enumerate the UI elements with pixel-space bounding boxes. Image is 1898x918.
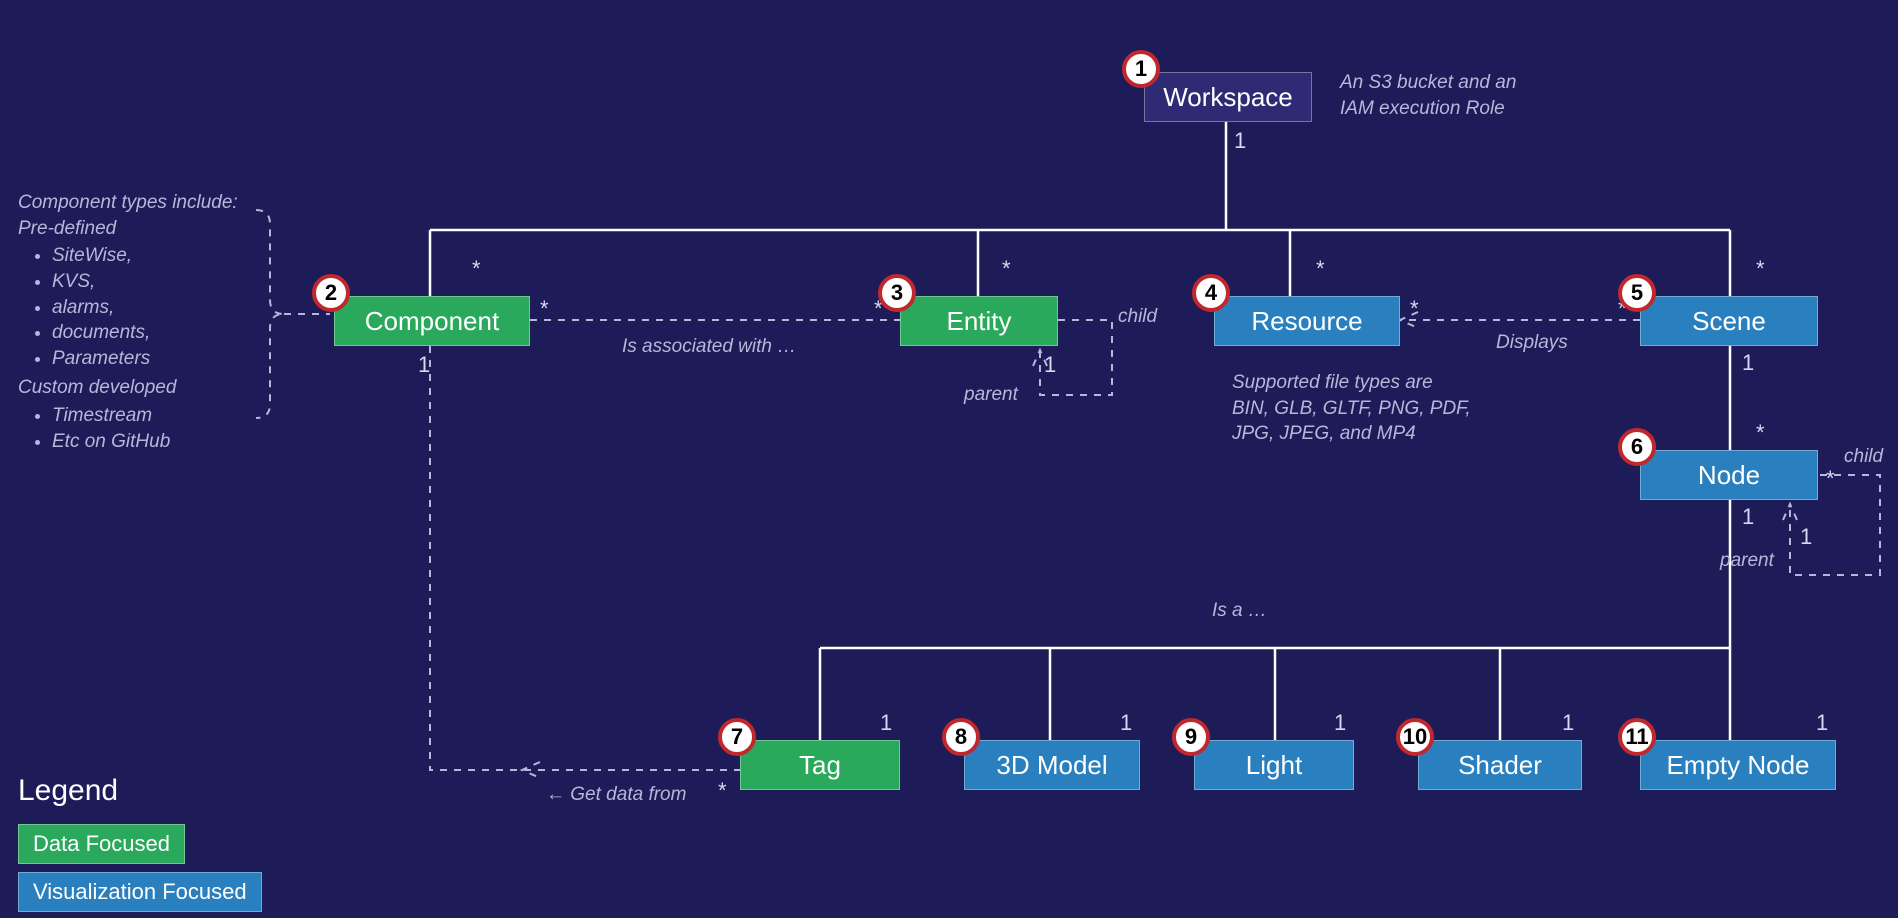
badge-node: 6: [1618, 428, 1656, 466]
mult: *: [1826, 466, 1835, 492]
legend-viz-focused: Visualization Focused: [18, 872, 262, 912]
badge-component: 2: [312, 274, 350, 312]
node-label: Scene: [1692, 306, 1766, 337]
badge-scene: 5: [1618, 274, 1656, 312]
edge-label-child-n: child: [1844, 444, 1883, 470]
badge-entity: 3: [878, 274, 916, 312]
legend-title: Legend: [18, 774, 118, 808]
edge-label-isa: Is a …: [1212, 598, 1267, 624]
edge-label-getdata: ← Get data from: [546, 782, 686, 808]
mult: 1: [1800, 524, 1812, 550]
note-resource: Supported file types are BIN, GLB, GLTF,…: [1232, 370, 1471, 447]
node-scene: Scene: [1640, 296, 1818, 346]
badge-resource: 4: [1192, 274, 1230, 312]
edge-label-parent-n: parent: [1720, 548, 1774, 574]
badge-shader: 10: [1396, 718, 1434, 756]
mult: 1: [1742, 350, 1754, 376]
mult: *: [472, 256, 481, 282]
node-resource: Resource: [1214, 296, 1400, 346]
mult: *: [1756, 256, 1765, 282]
note-heading: Component types include:: [18, 190, 278, 216]
badge-empty: 11: [1618, 718, 1656, 756]
diagram-canvas: Workspace 1 Component 2 Entity 3 Resourc…: [0, 0, 1898, 918]
mult: 1: [418, 352, 430, 378]
mult: *: [1002, 256, 1011, 282]
node-label: Tag: [799, 750, 841, 781]
edge-label-parent-e: parent: [964, 382, 1018, 408]
note-component: Component types include: Pre-defined Sit…: [18, 190, 278, 458]
mult: *: [1316, 256, 1325, 282]
mult: *: [1756, 420, 1765, 446]
mult: 1: [1120, 710, 1132, 736]
node-shader: Shader: [1418, 740, 1582, 790]
node-tag: Tag: [740, 740, 900, 790]
edge-label-displays: Displays: [1496, 330, 1568, 356]
node-light: Light: [1194, 740, 1354, 790]
badge-model: 8: [942, 718, 980, 756]
node-label: Node: [1698, 460, 1760, 491]
note-subhead: Custom developed: [18, 375, 278, 401]
node-label: Resource: [1251, 306, 1362, 337]
mult: 1: [1816, 710, 1828, 736]
note-subhead: Pre-defined: [18, 216, 278, 242]
node-label: Light: [1246, 750, 1302, 781]
node-label: 3D Model: [996, 750, 1107, 781]
node-node: Node: [1640, 450, 1818, 500]
mult: *: [1410, 296, 1419, 322]
mult: 1: [1234, 128, 1246, 154]
legend-data-focused: Data Focused: [18, 824, 185, 864]
mult: *: [718, 778, 727, 804]
note-list-predefined: SiteWise, KVS, alarms, documents, Parame…: [52, 243, 278, 371]
badge-light: 9: [1172, 718, 1210, 756]
node-label: Component: [365, 306, 499, 337]
node-workspace: Workspace: [1144, 72, 1312, 122]
note-workspace: An S3 bucket and an IAM execution Role: [1340, 70, 1516, 121]
badge-tag: 7: [718, 718, 756, 756]
mult: 1: [1334, 710, 1346, 736]
edge-label-child-e: child: [1118, 304, 1157, 330]
node-entity: Entity: [900, 296, 1058, 346]
note-list-custom: Timestream Etc on GitHub: [52, 403, 278, 454]
edge-label-assoc: Is associated with …: [622, 334, 796, 360]
mult: 1: [880, 710, 892, 736]
badge-workspace: 1: [1122, 50, 1160, 88]
node-component: Component: [334, 296, 530, 346]
mult: 1: [1044, 352, 1056, 378]
node-label: Workspace: [1163, 82, 1293, 113]
node-empty: Empty Node: [1640, 740, 1836, 790]
node-label: Entity: [946, 306, 1011, 337]
mult: 1: [1562, 710, 1574, 736]
mult: 1: [1742, 504, 1754, 530]
node-label: Shader: [1458, 750, 1542, 781]
node-label: Empty Node: [1666, 750, 1809, 781]
mult: *: [540, 296, 549, 322]
node-model: 3D Model: [964, 740, 1140, 790]
connectors: [0, 0, 1898, 918]
